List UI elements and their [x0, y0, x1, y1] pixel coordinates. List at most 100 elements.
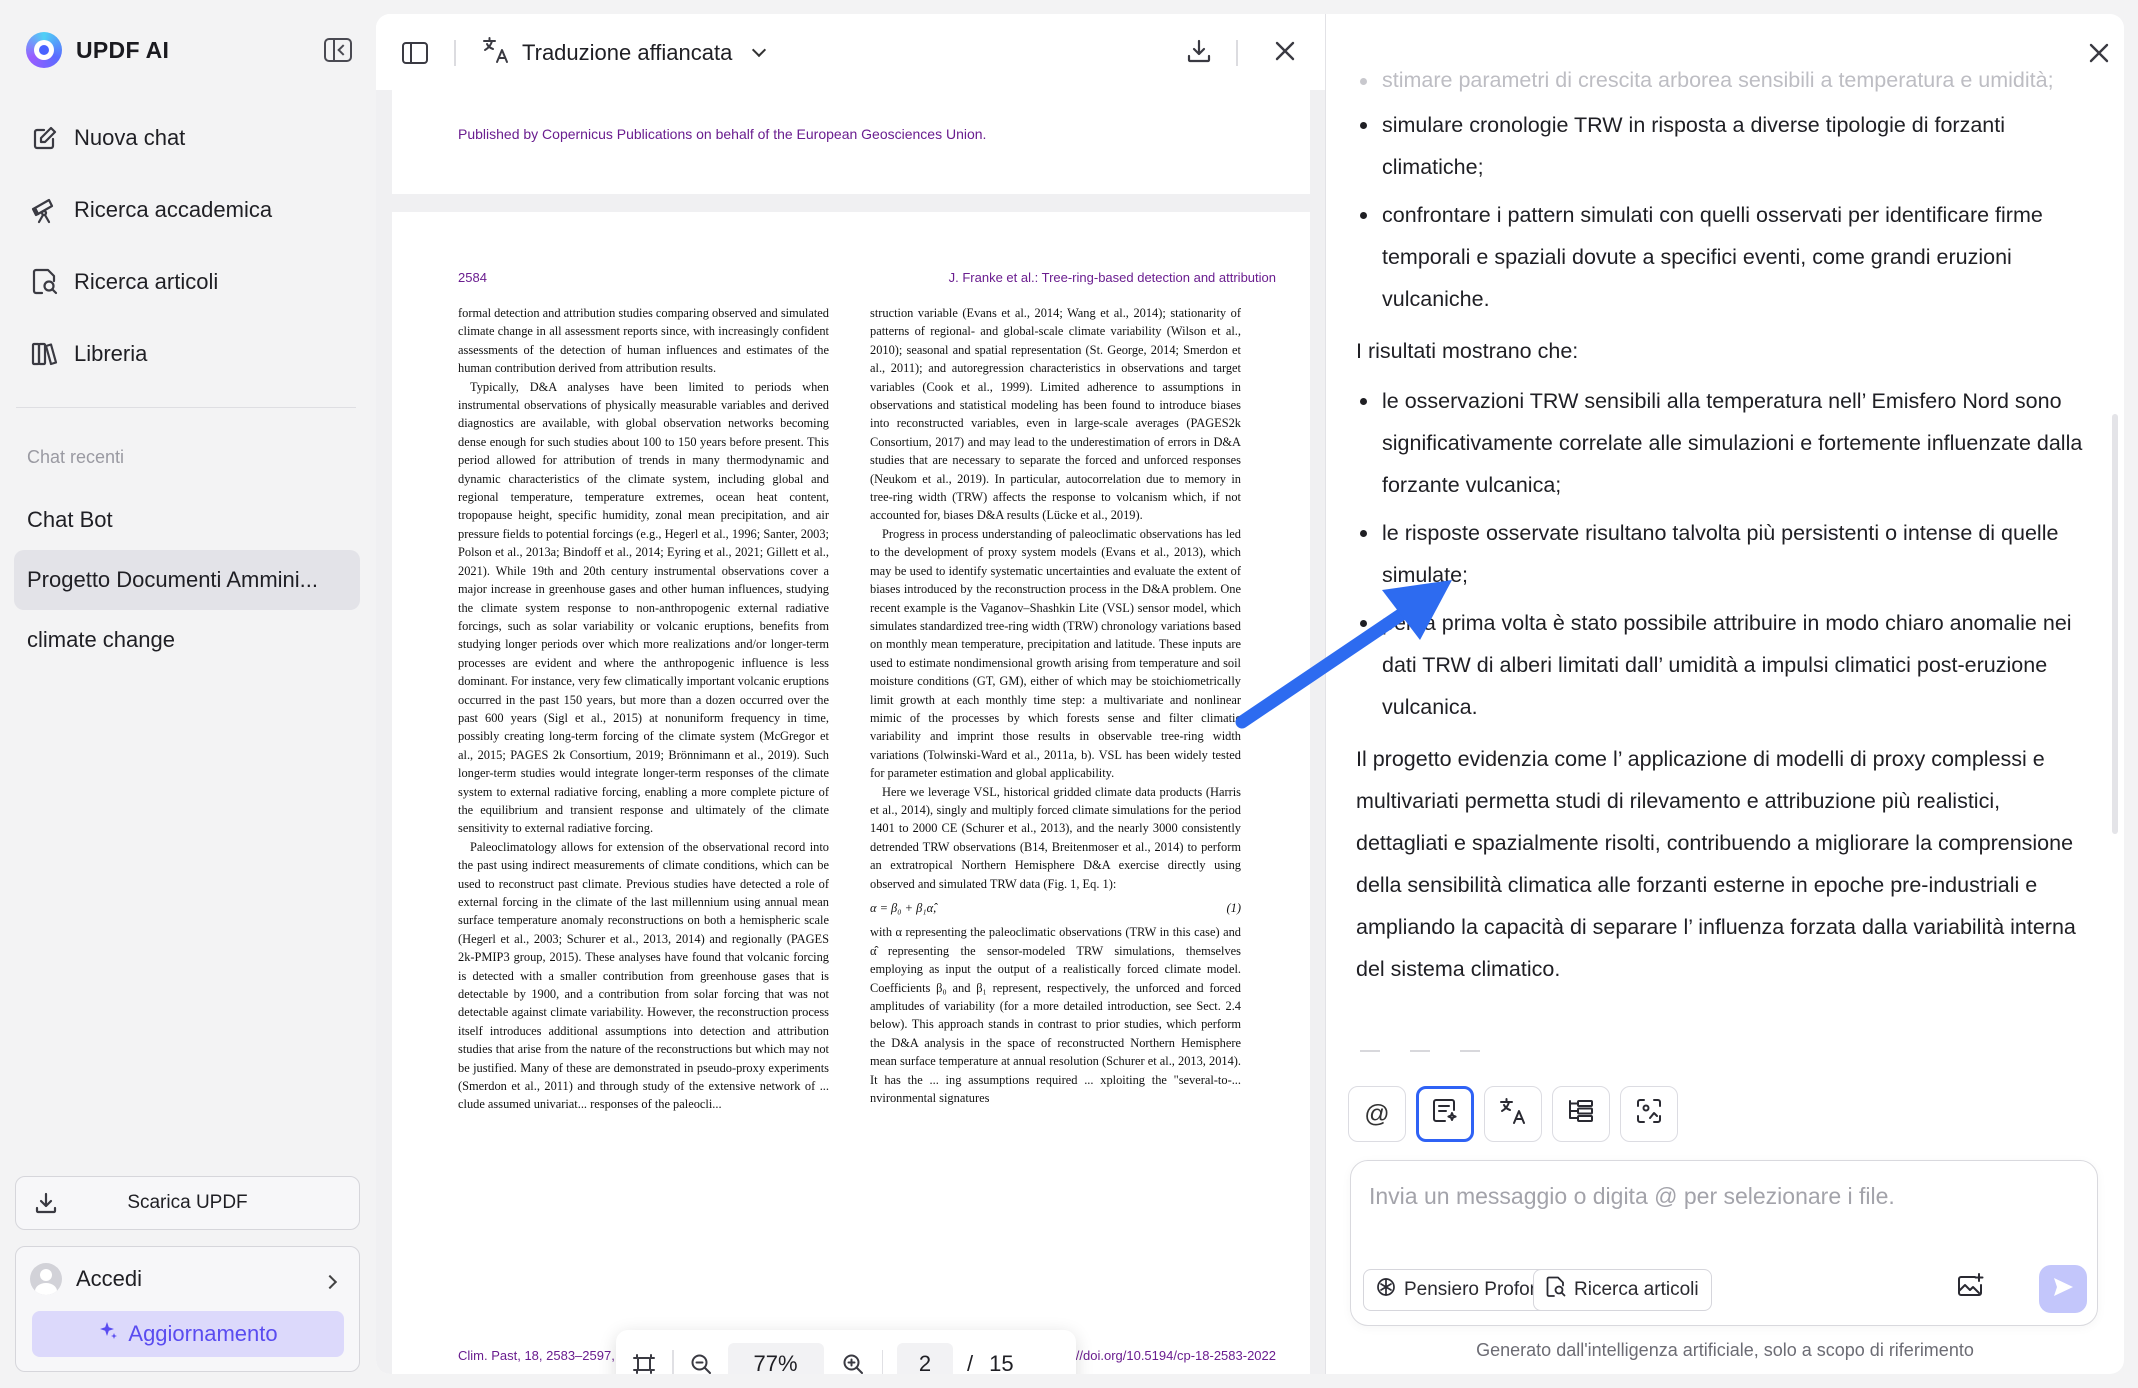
at-icon: @: [1364, 1099, 1390, 1128]
arrow-shaft: [1235, 603, 1415, 729]
zoom-out-icon[interactable]: [674, 1352, 728, 1374]
copy-icon[interactable]: [1360, 1050, 1380, 1058]
zoom-in-icon[interactable]: [824, 1352, 882, 1374]
collapse-sidebar-icon[interactable]: [324, 38, 352, 62]
send-button[interactable]: [2039, 1265, 2087, 1313]
nav-label: Ricerca accademica: [74, 197, 273, 222]
text-column-left: formal detection and attribution studies…: [458, 304, 829, 1114]
thumbs-up-icon[interactable]: [1410, 1050, 1430, 1058]
recent-chat-item[interactable]: Chat Bot: [14, 490, 360, 550]
pdf-page: Published by Copernicus Publications on …: [392, 90, 1310, 194]
translation-mode-select[interactable]: Traduzione affiancata: [482, 36, 767, 70]
message-composer: Pensiero Profondo Ricerca articoli: [1350, 1160, 2098, 1326]
paragraph: Here we leverage VSL, historical gridded…: [870, 784, 1241, 891]
paragraph: struction variable (Evans et al., 2014; …: [870, 306, 1241, 523]
edit-icon: [30, 123, 60, 153]
running-head: J. Franke et al.: Tree-ring-based detect…: [948, 270, 1276, 285]
upgrade-button[interactable]: Aggiornamento: [32, 1311, 344, 1357]
brain-icon: [1376, 1277, 1396, 1303]
toggle-thumbnails-icon[interactable]: [402, 42, 428, 64]
brand[interactable]: UPDF AI: [26, 32, 169, 68]
article-search-label: Ricerca articoli: [1574, 1279, 1699, 1300]
zoom-toolbar: 77% 2 / 15: [616, 1330, 1076, 1374]
article-search-toggle[interactable]: Ricerca articoli: [1533, 1269, 1712, 1311]
image-explain-icon: [1635, 1097, 1663, 1132]
translate-icon: [1499, 1097, 1527, 1132]
close-icon[interactable]: [1274, 40, 1296, 67]
document-search-icon: [30, 267, 60, 297]
publisher-line: Published by Copernicus Publications on …: [458, 126, 987, 142]
arrow-head: [1382, 580, 1452, 640]
nav-item-article-search[interactable]: Ricerca articoli: [16, 246, 358, 318]
library-icon: [30, 339, 60, 369]
summarize-button[interactable]: [1416, 1086, 1474, 1142]
comment-icon[interactable]: [1460, 1050, 1480, 1058]
zoom-level[interactable]: 77%: [727, 1343, 824, 1374]
document-panel: Traduzione affiancata Published by Coper…: [376, 14, 1326, 1374]
text-column-right: struction variable (Evans et al., 2014; …: [870, 304, 1241, 1107]
scrollbar[interactable]: [2112, 414, 2118, 834]
download-updf-label: Scarica UPDF: [127, 1192, 248, 1213]
paragraph: Typically, D&A analyses have been limite…: [458, 379, 829, 836]
login-label: Accedi: [76, 1266, 143, 1291]
page-separator: /: [967, 1351, 974, 1374]
sidebar-divider: [16, 407, 356, 408]
document-toolbar: Traduzione affiancata: [376, 14, 1325, 90]
list-item: le osservazioni TRW sensibili alla tempe…: [1356, 380, 2096, 506]
download-updf-button[interactable]: Scarica UPDF: [15, 1176, 360, 1230]
summarize-icon: [1431, 1097, 1459, 1132]
paragraph: formal detection and attribution studies…: [458, 306, 829, 376]
document-search-icon: [1546, 1276, 1566, 1304]
toolbar-separator: [1236, 40, 1238, 66]
annotation-arrow: [1235, 580, 1452, 729]
nav-item-new-chat[interactable]: Nuova chat: [16, 102, 358, 174]
fit-page-icon[interactable]: [616, 1352, 672, 1374]
toolbar-separator: [454, 40, 456, 66]
nav-item-library[interactable]: Libreria: [16, 318, 358, 390]
translation-mode-label: Traduzione affiancata: [522, 40, 733, 65]
list-item: simulare cronologie TRW in risposta a di…: [1356, 104, 2096, 188]
page-input[interactable]: 2: [897, 1343, 953, 1374]
toolbar-separator: [881, 1350, 883, 1374]
recent-chats-list: Chat Bot Progetto Documenti Ammini... cl…: [14, 490, 360, 670]
pdf-page: 2584 J. Franke et al.: Tree-ring-based d…: [392, 212, 1310, 1374]
recent-chats-title: Chat recenti: [27, 447, 125, 467]
translate-icon: [482, 36, 510, 70]
outline-button[interactable]: [1552, 1086, 1610, 1142]
conclusion-paragraph: Il progetto evidenzia come l’ applicazio…: [1356, 747, 2076, 981]
updf-logo-icon: [26, 32, 62, 68]
mention-button[interactable]: @: [1348, 1086, 1406, 1142]
message-input[interactable]: [1369, 1183, 2069, 1210]
message-actions: [1360, 1050, 1480, 1058]
equation-number: (1): [1226, 901, 1241, 915]
explain-button[interactable]: [1620, 1086, 1678, 1142]
chevron-right-icon[interactable]: [322, 1274, 338, 1290]
results-intro: I risultati mostrano che:: [1356, 339, 1579, 363]
total-pages: 15: [989, 1351, 1014, 1374]
close-icon[interactable]: [2088, 42, 2110, 69]
document-viewer[interactable]: Published by Copernicus Publications on …: [376, 90, 1325, 1374]
recent-chat-item-active[interactable]: Progetto Documenti Ammini...: [14, 550, 360, 610]
ai-disclaimer: Generato dall'intelligenza artificiale, …: [1476, 1340, 1974, 1360]
upgrade-label: Aggiornamento: [128, 1321, 278, 1346]
equation-body: α = β₀ + β₁α̂,: [870, 901, 937, 915]
translate-button[interactable]: [1484, 1086, 1542, 1142]
doi-link[interactable]: https://doi.org/10.5194/cp-18-2583-2022: [1044, 1348, 1276, 1363]
outline-icon: [1567, 1097, 1595, 1132]
nav-label: Libreria: [74, 341, 148, 366]
paragraph: Progress in process understanding of pal…: [870, 526, 1241, 781]
download-icon[interactable]: [1186, 38, 1212, 69]
chat-tools: @: [1348, 1086, 1678, 1142]
list-item: confrontare i pattern simulati con quell…: [1356, 194, 2096, 320]
login-row[interactable]: Accedi: [30, 1263, 142, 1295]
avatar: [30, 1263, 62, 1295]
recent-chat-item[interactable]: climate change: [14, 610, 360, 670]
image-upload-icon[interactable]: [1957, 1273, 1985, 1304]
paragraph: with α representing the paleoclimatic ob…: [870, 925, 1241, 1106]
app-name: UPDF AI: [76, 36, 170, 63]
equation: α = β₀ + β₁α̂, (1): [870, 893, 1241, 923]
nav-label: Ricerca articoli: [74, 269, 219, 294]
nav-item-academic-search[interactable]: Ricerca accademica: [16, 174, 358, 246]
account-box: Accedi Aggiornamento: [15, 1246, 360, 1372]
list-item: stimare parametri di crescita arborea se…: [1356, 70, 2096, 96]
